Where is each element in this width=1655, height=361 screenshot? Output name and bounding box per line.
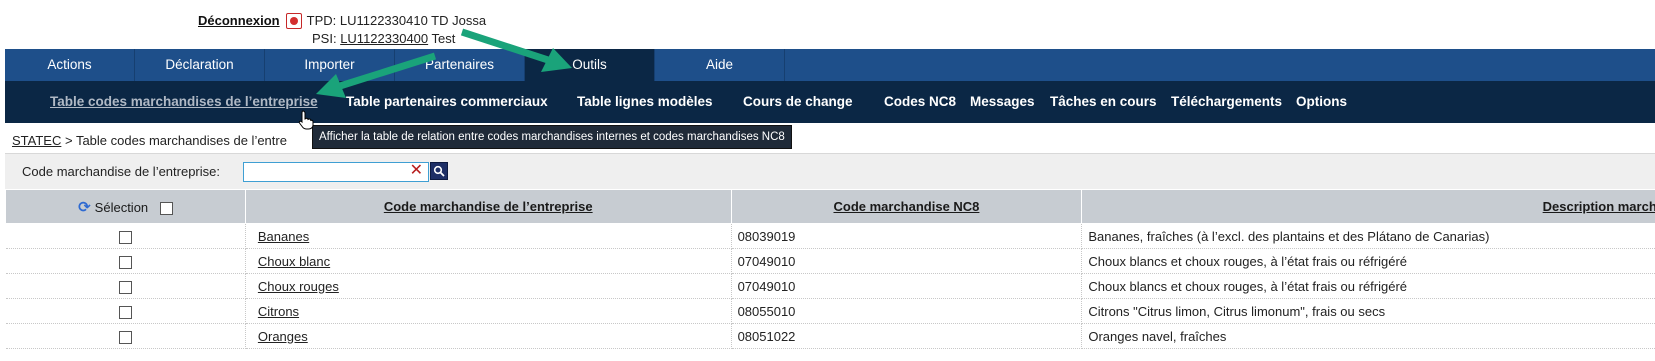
tab-importer[interactable]: Importer: [265, 49, 395, 81]
breadcrumb: STATEC > Table codes marchandises de l’e…: [12, 133, 287, 148]
logout-link[interactable]: Déconnexion: [198, 12, 280, 30]
nc8-code-cell: 07049010: [731, 273, 1083, 299]
clear-icon[interactable]: ✕: [410, 162, 423, 180]
company-code-search-input[interactable]: [244, 163, 400, 179]
table-row: Citrons 08055010 Citrons "Citrus limon, …: [5, 298, 1655, 324]
company-code-link[interactable]: Bananes: [258, 229, 309, 244]
tab-outils[interactable]: Outils: [525, 49, 655, 81]
filter-input-wrapper: ✕: [243, 162, 429, 182]
psi-id-link[interactable]: LU1122330400: [340, 31, 428, 46]
sub-nav: Table codes marchandises de l’entreprise…: [5, 81, 1655, 123]
main-nav: Actions Déclaration Importer Partenaires…: [5, 49, 1655, 81]
subnav-options[interactable]: Options: [1296, 94, 1347, 109]
subnav-running-tasks[interactable]: Tâches en cours: [1050, 94, 1157, 109]
breadcrumb-root-link[interactable]: STATEC: [12, 133, 61, 148]
table-row: Choux rouges 07049010 Choux blancs et ch…: [5, 273, 1655, 299]
table-row: Oranges 08051022 Oranges navel, fraîches: [5, 323, 1655, 349]
table-header-row: ⟳ Sélection Code marchandise de l’entrepr…: [5, 189, 1655, 224]
hand-cursor-icon: [298, 110, 314, 130]
subnav-nc8-codes[interactable]: Codes NC8: [884, 94, 956, 109]
tab-aide[interactable]: Aide: [655, 49, 785, 81]
row-checkbox[interactable]: [118, 255, 132, 269]
subnav-model-lines[interactable]: Table lignes modèles: [577, 94, 713, 109]
filter-bar: Code marchandise de l’entreprise: ✕: [5, 153, 1655, 190]
row-checkbox[interactable]: [118, 305, 132, 319]
power-icon[interactable]: [285, 13, 302, 29]
nc8-code-cell: 07049010: [731, 248, 1083, 274]
row-checkbox[interactable]: [118, 230, 132, 244]
filter-label: Code marchandise de l’entreprise:: [22, 164, 220, 179]
search-button[interactable]: [430, 162, 448, 180]
description-cell: Choux blancs et choux rouges, à l’état f…: [1081, 273, 1655, 299]
refresh-icon[interactable]: ⟳: [78, 199, 91, 216]
company-code-link[interactable]: Citrons: [258, 304, 299, 319]
selection-label: Sélection: [94, 199, 149, 215]
psi-info: PSI: LU1122330400 Test: [198, 30, 486, 48]
table-row: Bananes 08039019 Bananes, fraîches (à l’…: [5, 223, 1655, 249]
select-all-checkbox[interactable]: [159, 201, 173, 215]
tab-actions[interactable]: Actions: [5, 49, 135, 81]
breadcrumb-separator: >: [61, 133, 76, 148]
header-description[interactable]: Description marcha: [1081, 189, 1655, 224]
header-selection: ⟳ Sélection: [5, 189, 246, 224]
codes-table: ⟳ Sélection Code marchandise de l’entrepr…: [5, 189, 1655, 349]
header-company-code[interactable]: Code marchandise de l’entreprise: [244, 189, 732, 224]
tooltip: Afficher la table de relation entre code…: [312, 125, 792, 149]
company-code-link[interactable]: Choux rouges: [258, 279, 339, 294]
nc8-code-cell: 08055010: [731, 298, 1083, 324]
description-cell: Citrons "Citrus limon, Citrus limonum", …: [1081, 298, 1655, 324]
subnav-company-codes[interactable]: Table codes marchandises de l’entreprise: [50, 94, 318, 109]
company-code-link[interactable]: Choux blanc: [258, 254, 330, 269]
psi-prefix: PSI:: [312, 31, 341, 46]
subnav-exchange-rates[interactable]: Cours de change: [743, 94, 853, 109]
company-code-link[interactable]: Oranges: [258, 329, 308, 344]
row-checkbox[interactable]: [118, 280, 132, 294]
description-cell: Oranges navel, fraîches: [1081, 323, 1655, 349]
psi-suffix: Test: [428, 31, 456, 46]
subnav-downloads[interactable]: Téléchargements: [1171, 94, 1282, 109]
tab-partenaires[interactable]: Partenaires: [395, 49, 525, 81]
subnav-trade-partners[interactable]: Table partenaires commerciaux: [346, 94, 548, 109]
description-cell: Choux blancs et choux rouges, à l’état f…: [1081, 248, 1655, 274]
breadcrumb-current: Table codes marchandises de l’entre: [75, 133, 287, 148]
table-row: Choux blanc 07049010 Choux blancs et cho…: [5, 248, 1655, 274]
header-nc8-code[interactable]: Code marchandise NC8: [730, 189, 1083, 224]
search-icon: [433, 165, 445, 177]
tab-declaration[interactable]: Déclaration: [135, 49, 265, 81]
subnav-messages[interactable]: Messages: [970, 94, 1035, 109]
tpd-info: TPD: LU1122330410 TD Jossa: [306, 13, 487, 28]
row-checkbox[interactable]: [118, 330, 132, 344]
nc8-code-cell: 08051022: [731, 323, 1083, 349]
user-info: Déconnexion TPD: LU1122330410 TD Jossa P…: [198, 12, 486, 48]
nc8-code-cell: 08039019: [731, 223, 1083, 249]
description-cell: Bananes, fraîches (à l’excl. des plantai…: [1081, 223, 1655, 249]
